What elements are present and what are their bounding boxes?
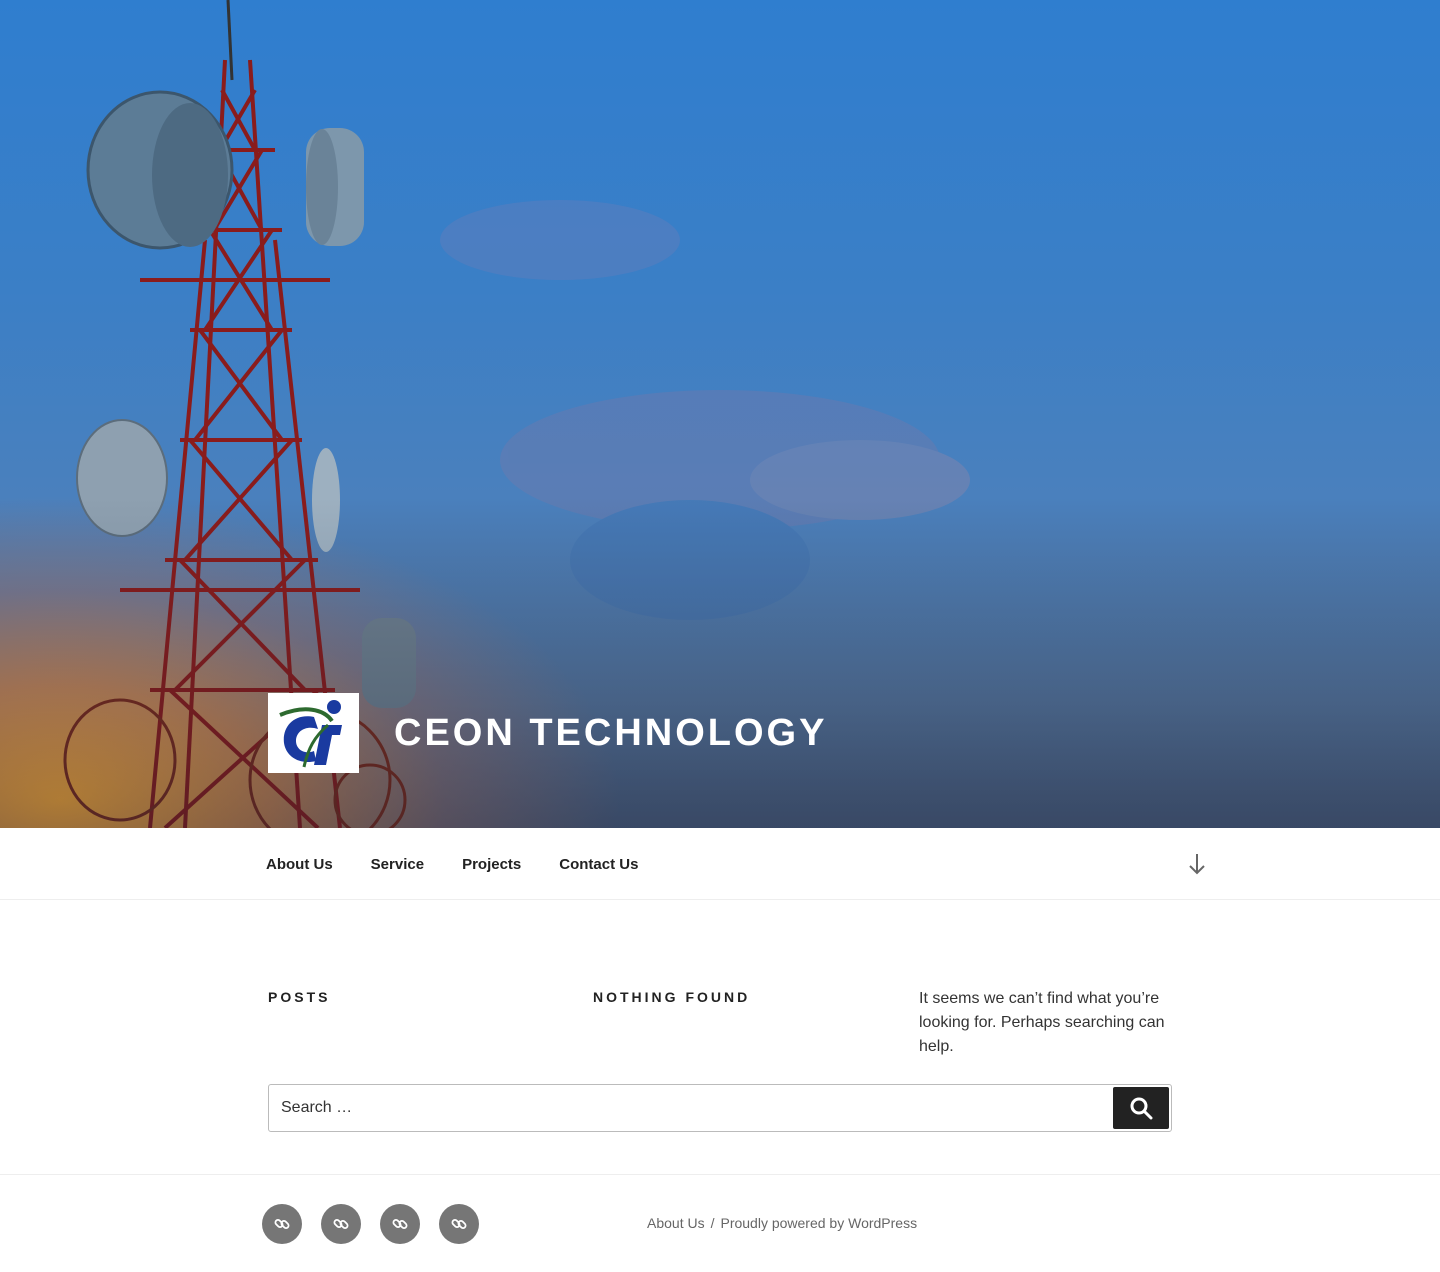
powered-by-link[interactable]: Proudly powered by WordPress [720, 1215, 917, 1231]
social-link-projects[interactable] [380, 1204, 420, 1244]
nav-item-about-us[interactable]: About Us [266, 856, 333, 873]
scroll-down-button[interactable] [1186, 851, 1208, 877]
link-icon [392, 1219, 408, 1229]
social-links-menu [262, 1204, 498, 1244]
search-button[interactable] [1113, 1087, 1169, 1129]
arrow-down-icon [1189, 854, 1205, 875]
site-title[interactable]: CEON TECHNOLOGY [394, 712, 827, 755]
site-logo[interactable] [268, 693, 359, 773]
footer-about-link[interactable]: About Us [647, 1215, 705, 1231]
social-link-about-us[interactable] [262, 1204, 302, 1244]
footer-separator: / [710, 1215, 715, 1231]
site-branding: CEON TECHNOLOGY [268, 693, 827, 773]
ct-logo-icon [278, 700, 342, 768]
social-link-service[interactable] [321, 1204, 361, 1244]
site-info: About Us / Proudly powered by WordPress [647, 1215, 917, 1231]
link-icon [451, 1219, 467, 1229]
link-icon [333, 1219, 349, 1229]
main-navigation: About Us Service Projects Contact Us [0, 828, 1440, 900]
nothing-found-heading: Nothing Found [593, 989, 751, 1005]
header-hero: CEON TECHNOLOGY [0, 0, 1440, 828]
nav-item-service[interactable]: Service [371, 856, 424, 873]
nav-menu: About Us Service Projects Contact Us [266, 828, 676, 900]
posts-heading: Posts [268, 989, 331, 1005]
search-icon [1130, 1097, 1153, 1120]
site-footer: About Us / Proudly powered by WordPress [0, 1174, 1440, 1272]
search-form [268, 1084, 1172, 1132]
nav-item-contact-us[interactable]: Contact Us [559, 856, 638, 873]
social-link-contact-us[interactable] [439, 1204, 479, 1244]
nav-item-projects[interactable]: Projects [462, 856, 521, 873]
search-input[interactable] [269, 1085, 1109, 1131]
not-found-message: It seems we can’t find what you’re looki… [919, 990, 1165, 1055]
link-icon [274, 1219, 290, 1229]
